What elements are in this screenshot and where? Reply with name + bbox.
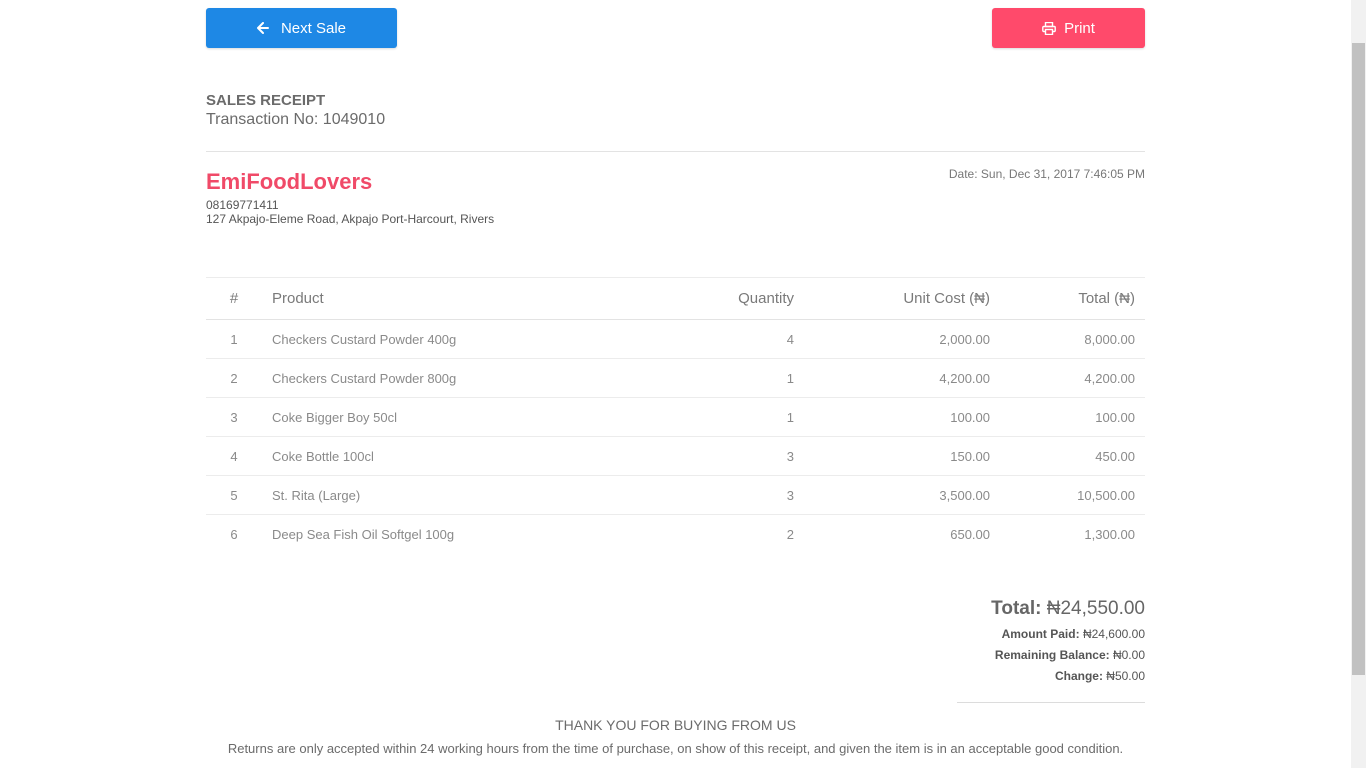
items-table: # Product Quantity Unit Cost (₦) Total (…: [206, 277, 1145, 553]
row-quantity: 3: [624, 475, 804, 515]
remaining-balance-label: Remaining Balance:: [994, 648, 1110, 662]
totals-divider: [957, 702, 1145, 703]
row-unit-cost: 100.00: [804, 397, 1000, 437]
row-number: 2: [206, 358, 262, 398]
change-value: ₦50.00: [1106, 669, 1145, 683]
return-policy: Returns are only accepted within 24 work…: [227, 741, 1124, 756]
row-number: 5: [206, 475, 262, 515]
business-address: 127 Akpajo-Eleme Road, Akpajo Port-Harco…: [206, 212, 495, 226]
business-phone: 08169771411: [206, 198, 279, 212]
print-label: Print: [1064, 19, 1095, 37]
row-quantity: 2: [786, 526, 794, 542]
row-total: 4,200.00: [1000, 358, 1145, 398]
col-quantity: Quantity: [624, 277, 804, 320]
remaining-balance-value: ₦0.00: [1112, 648, 1145, 662]
row-product: Deep Sea Fish Oil Softgel 100g: [272, 526, 455, 542]
table-row: 4 Coke Bottle 100cl 3 150.00 450.00: [206, 436, 1145, 476]
amount-paid-line: Amount Paid: ₦24,600.00: [991, 624, 1145, 645]
row-unit-cost: 3,500.00: [804, 475, 1000, 515]
receipt-title: SALES RECEIPT: [206, 92, 326, 109]
thank-you-message: THANK YOU FOR BUYING FROM US: [555, 717, 796, 733]
total-label: Total:: [991, 598, 1042, 619]
row-total: 10,500.00: [1000, 475, 1145, 515]
table-row: 1 Checkers Custard Powder 400g 4 2,000.0…: [206, 319, 1145, 359]
row-product: St. Rita (Large): [262, 475, 624, 515]
row-product: Coke Bigger Boy 50cl: [262, 397, 624, 437]
divider: [206, 151, 1145, 152]
amount-paid-value: ₦24,600.00: [1082, 627, 1145, 641]
amount-paid-label: Amount Paid:: [1001, 627, 1080, 641]
remaining-balance-line: Remaining Balance: ₦0.00: [991, 645, 1145, 666]
row-product: Checkers Custard Powder 800g: [262, 358, 624, 398]
table-header-row: # Product Quantity Unit Cost (₦) Total (…: [206, 277, 1145, 320]
table-row: 2 Checkers Custard Powder 800g 1 4,200.0…: [206, 358, 1145, 398]
total-value: ₦24,550.00: [1046, 598, 1145, 619]
transaction-value: 1049010: [322, 111, 386, 128]
row-quantity: 1: [624, 397, 804, 437]
col-total: Total (₦): [1000, 277, 1145, 320]
table-row: 6 Deep Sea Fish Oil Softgel 100g 2 650.0…: [206, 515, 1145, 554]
row-unit-cost: 2,000.00: [804, 319, 1000, 359]
row-total: 100.00: [1000, 397, 1145, 437]
row-unit-cost: 4,200.00: [804, 358, 1000, 398]
row-unit-cost: 150.00: [804, 436, 1000, 476]
table-row: 3 Coke Bigger Boy 50cl 1 100.00 100.00: [206, 397, 1145, 437]
row-number: 1: [206, 319, 262, 359]
row-quantity: 1: [624, 358, 804, 398]
printer-icon: [1042, 21, 1056, 35]
row-unit-cost: 650.00: [950, 526, 990, 542]
arrow-left-icon: [256, 22, 269, 34]
row-quantity: 4: [624, 319, 804, 359]
row-number: 4: [206, 436, 262, 476]
transaction-label: Transaction No:: [206, 111, 319, 128]
receipt-date: Date: Sun, Dec 31, 2017 7:46:05 PM: [948, 167, 1145, 181]
row-number: 6: [230, 526, 238, 542]
row-product: Coke Bottle 100cl: [262, 436, 624, 476]
row-total: 1,300.00: [1084, 526, 1135, 542]
total-line: Total: ₦24,550.00: [991, 598, 1145, 624]
business-name: EmiFoodLovers: [206, 169, 373, 194]
row-number: 3: [206, 397, 262, 437]
vertical-scrollbar[interactable]: [1351, 0, 1366, 768]
col-unit-cost: Unit Cost (₦): [804, 277, 1000, 320]
row-quantity: 3: [624, 436, 804, 476]
col-number: #: [206, 277, 262, 320]
row-total: 8,000.00: [1000, 319, 1145, 359]
row-product: Checkers Custard Powder 400g: [262, 319, 624, 359]
change-label: Change:: [1054, 669, 1103, 683]
next-sale-label: Next Sale: [280, 19, 347, 37]
col-product: Product: [262, 277, 624, 320]
row-total: 450.00: [1000, 436, 1145, 476]
change-line: Change: ₦50.00: [991, 666, 1145, 687]
table-row: 5 St. Rita (Large) 3 3,500.00 10,500.00: [206, 475, 1145, 515]
print-button[interactable]: Print: [992, 8, 1145, 48]
totals-summary: Total: ₦24,550.00 Amount Paid: ₦24,600.0…: [991, 598, 1145, 687]
next-sale-button[interactable]: Next Sale: [206, 8, 397, 48]
transaction-number: Transaction No: 1049010: [206, 111, 385, 129]
scrollbar-thumb[interactable]: [1352, 43, 1365, 675]
